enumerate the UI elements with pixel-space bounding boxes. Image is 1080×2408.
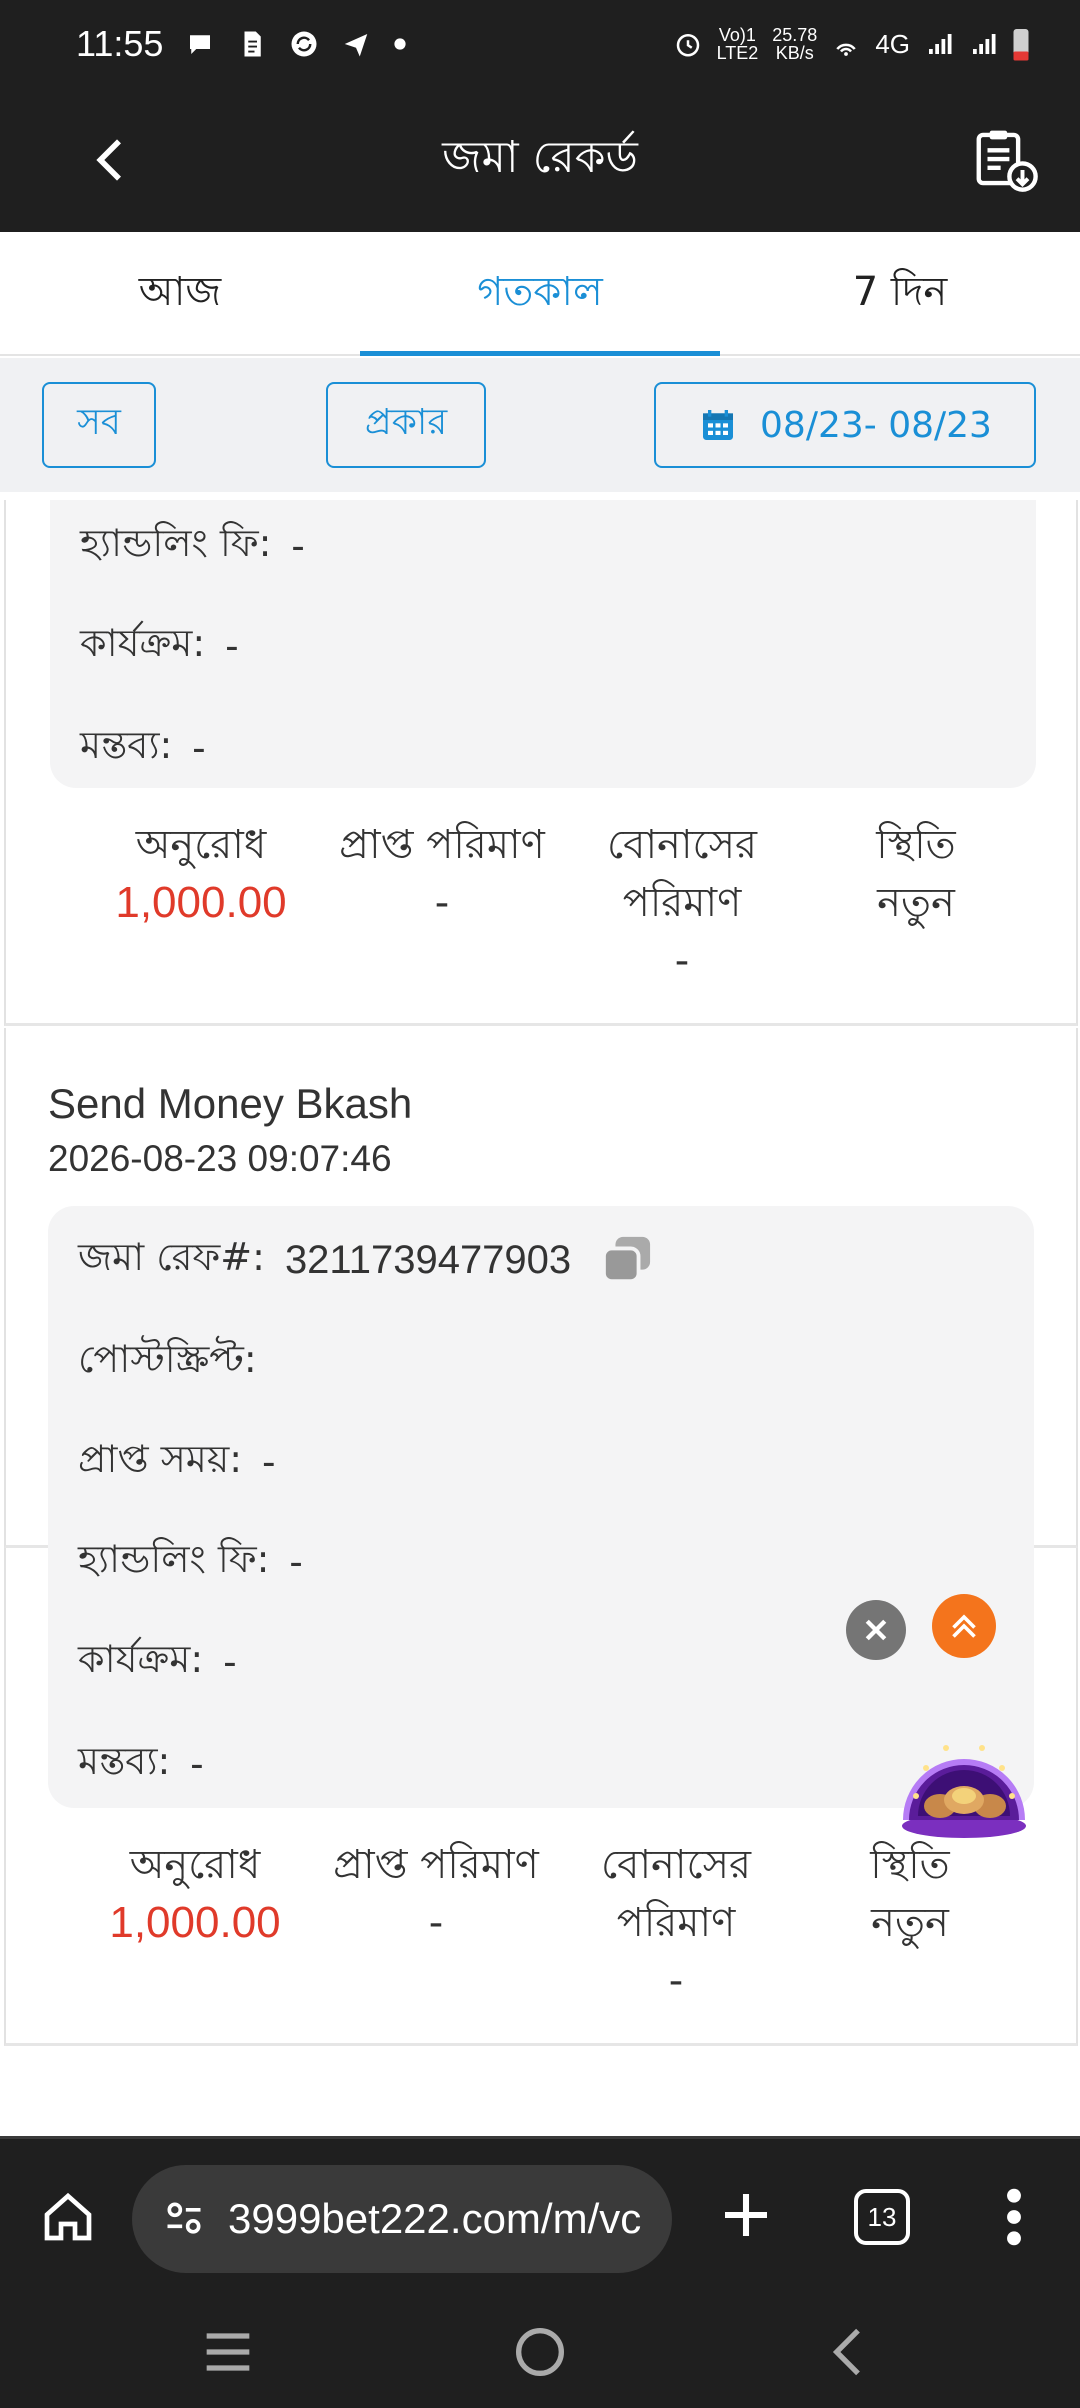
filter-all-button[interactable]: সব: [42, 382, 156, 468]
sync-icon: [291, 31, 317, 57]
network-type: 4G: [875, 28, 910, 59]
date-range-text: 08/23- 08/23: [760, 404, 992, 446]
site-info-icon[interactable]: [162, 2197, 206, 2241]
activity-row: কার্যক্রম: -: [80, 621, 239, 668]
close-float-button[interactable]: [846, 1600, 906, 1660]
calendar-icon: [703, 410, 734, 440]
filter-bar: সব প্রকার 08/23- 08/23: [0, 358, 1080, 492]
date-tabs: আজ গতকাল 7 দিন: [0, 232, 1080, 356]
request-amount: অনুরোধ 1,000.00: [115, 822, 287, 927]
scroll-top-icon: [952, 1614, 976, 1638]
url-bar[interactable]: 3999bet222.com/m/vc: [132, 2165, 672, 2273]
dot-icon: [394, 38, 407, 50]
copy-icon[interactable]: [599, 1235, 655, 1285]
recent-apps-icon[interactable]: [196, 2320, 260, 2384]
document-icon: [244, 31, 262, 57]
tab-switcher-button[interactable]: 13: [854, 2189, 910, 2245]
status-time: 11:55: [76, 23, 164, 64]
back-arrow-icon[interactable]: [84, 132, 140, 188]
home-circle-icon[interactable]: [508, 2320, 572, 2384]
deposit-record-card: হ্যান্ডলিং ফি: - কার্যক্রম: - মন্তব্য: -…: [4, 500, 1078, 1026]
network-speed: 25.78 KB/s: [772, 25, 818, 63]
hotspot-icon: [836, 43, 857, 56]
handling-fee-row: হ্যান্ডলিং ফি: -: [80, 521, 305, 568]
more-menu-icon[interactable]: [996, 2185, 1032, 2249]
tab-today[interactable]: আজ: [0, 232, 360, 354]
remark-row: মন্তব্য: -: [80, 723, 206, 770]
battery-icon: [1013, 29, 1029, 61]
records-list[interactable]: হ্যান্ডলিং ফি: - কার্যক্রম: - মন্তব্য: -…: [0, 500, 1080, 2136]
status: স্থিতি নতুন: [876, 822, 956, 926]
url-text: 3999bet222.com/m/vc: [228, 2195, 642, 2242]
system-nav-bar: [0, 2296, 1080, 2408]
alarm-icon: [676, 34, 699, 57]
volte-label: Vo)1 LTE2: [716, 25, 759, 63]
filter-type-button[interactable]: প্রকার: [326, 382, 486, 468]
app-header: জমা রেকর্ড: [0, 88, 1080, 232]
signal-icon: [973, 34, 996, 54]
bonus-amount: বোনাসের পরিমাণ -: [606, 822, 758, 984]
page-title: জমা রেকর্ড: [442, 131, 638, 183]
received-time-row: প্রাপ্ত সময়: -: [78, 1437, 276, 1484]
promo-gift-icon[interactable]: [898, 1716, 1030, 1840]
nav-back-icon[interactable]: [818, 2320, 882, 2384]
deposit-ref-row: জমা রেফ#: 3211739477903: [78, 1228, 655, 1292]
plus-icon[interactable]: [718, 2187, 774, 2243]
scroll-top-button[interactable]: [932, 1594, 996, 1658]
status-bar: 11:55 Vo)1 LTE2 25.78 KB/s 4G: [0, 0, 1080, 88]
chat-icon: [190, 35, 211, 54]
postscript-row: পোস্টস্ক্রিপ্ট:: [78, 1337, 257, 1381]
tab-7-days[interactable]: 7 দিন: [720, 232, 1080, 354]
signal-icon: [929, 34, 952, 54]
home-icon[interactable]: [40, 2189, 96, 2245]
clipboard-download-icon[interactable]: [970, 124, 1040, 194]
received-amount: প্রাপ্ত পরিমাণ -: [339, 822, 545, 926]
browser-toolbar: 3999bet222.com/m/vc 13: [0, 2136, 1080, 2296]
close-icon: [865, 1619, 887, 1641]
tab-yesterday[interactable]: গতকাল: [360, 232, 720, 356]
record-details: হ্যান্ডলিং ফি: - কার্যক্রম: - মন্তব্য: -: [50, 500, 1036, 788]
date-range-button[interactable]: 08/23- 08/23: [654, 382, 1036, 468]
send-icon: [345, 34, 368, 57]
